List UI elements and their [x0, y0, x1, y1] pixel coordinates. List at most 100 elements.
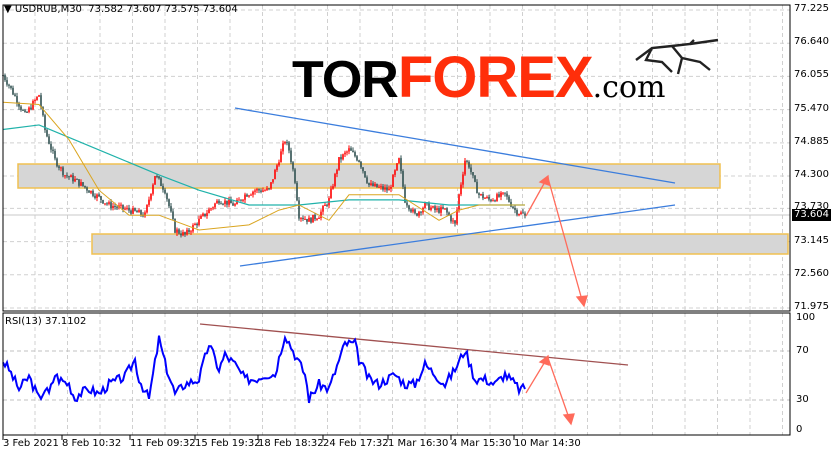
rsi-tick-label: 30 [796, 394, 809, 405]
candle-body [468, 161, 470, 168]
candle-body [28, 107, 30, 113]
candle-body [112, 206, 114, 209]
candle-body [176, 229, 178, 233]
candle-body [514, 208, 516, 210]
candle-body [458, 194, 460, 210]
candle-body [222, 203, 224, 205]
candle-body [220, 203, 222, 205]
candle-body [124, 208, 126, 210]
candle-body [194, 223, 196, 226]
candle-body [166, 193, 168, 200]
candle-body [360, 161, 362, 168]
candle-body [440, 207, 442, 213]
candle-body [428, 202, 430, 210]
candle-body [62, 167, 64, 176]
candle-body [446, 208, 448, 213]
x-tick-label: 4 Mar 15:30 [451, 438, 512, 449]
candle-body [442, 207, 444, 209]
candle-body [40, 95, 42, 108]
candle-body [196, 223, 198, 226]
candle-body [494, 200, 496, 202]
candle-body [240, 199, 242, 201]
candle-body [122, 204, 124, 209]
candle-body [470, 167, 472, 173]
candle-body [206, 213, 208, 216]
candle-body [516, 209, 518, 215]
candle-body [162, 185, 164, 190]
candle-body [334, 174, 336, 187]
candle-body [420, 211, 422, 213]
candle-body [164, 189, 166, 194]
candle-body [390, 186, 392, 189]
candle-body [476, 181, 478, 194]
candle-body [300, 217, 302, 219]
y-tick-label: 72.560 [794, 267, 829, 279]
rsi-tick-label: 0 [796, 424, 803, 435]
candle-body [132, 208, 134, 214]
candle-body [452, 220, 454, 222]
candle-body [330, 188, 332, 199]
candle-body [472, 172, 474, 176]
candle-body [386, 187, 388, 191]
rsi-trendline [199, 323, 629, 366]
candle-body [32, 101, 34, 110]
logo-forex: FOREX [397, 45, 594, 110]
candle-body [358, 160, 360, 162]
candle-body [294, 169, 296, 183]
collapse-arrow-icon[interactable]: ▼ [4, 4, 12, 15]
candle-body [370, 183, 372, 186]
candle-body [48, 136, 50, 144]
candle-body [116, 206, 118, 208]
candle-body [366, 177, 368, 183]
symbol-label: USDRUB,M30 [14, 4, 82, 15]
candle-body [474, 175, 476, 182]
candle-body [158, 176, 160, 179]
candle-body [36, 96, 38, 100]
candle-body [296, 182, 298, 201]
y-tick-label: 76.640 [794, 36, 829, 48]
candle-body [154, 176, 156, 185]
candle-body [50, 143, 52, 150]
candle-body [414, 209, 416, 214]
candle-body [396, 163, 398, 171]
candle-body [128, 207, 130, 211]
candle-body [248, 195, 250, 197]
candle-body [252, 191, 254, 195]
candle-body [224, 200, 226, 204]
candle-body [484, 197, 486, 199]
candle-body [344, 152, 346, 155]
candle-body [308, 217, 310, 222]
candle-body [100, 196, 102, 201]
candle-body [380, 186, 382, 188]
candle-body [418, 211, 420, 216]
candle-body [170, 206, 172, 212]
candle-body [228, 199, 230, 205]
candle-body [268, 188, 270, 190]
candle-body [218, 200, 220, 204]
candle-body [280, 151, 282, 163]
candle-body [186, 229, 188, 235]
candle-body [326, 204, 328, 206]
candle-body [92, 190, 94, 196]
candle-body [58, 166, 60, 168]
candle-body [346, 151, 348, 153]
candle-body [150, 193, 152, 200]
candle-body [444, 208, 446, 210]
candle-body [424, 202, 426, 208]
candle-body [76, 178, 78, 180]
candle-body [242, 199, 244, 201]
x-tick-label: 11 Feb 09:32 [130, 438, 196, 449]
candle-body [30, 107, 32, 110]
candle-body [238, 199, 240, 201]
candle-body [522, 212, 524, 214]
candle-body [504, 192, 506, 194]
candle-body [314, 214, 316, 220]
candle-body [144, 212, 146, 217]
candle-body [88, 190, 90, 193]
candle-body [212, 207, 214, 209]
candle-body [234, 204, 236, 206]
support-zone [91, 233, 789, 255]
candle-body [510, 201, 512, 207]
x-tick-label: 15 Feb 19:32 [195, 438, 261, 449]
candle-body [278, 162, 280, 166]
